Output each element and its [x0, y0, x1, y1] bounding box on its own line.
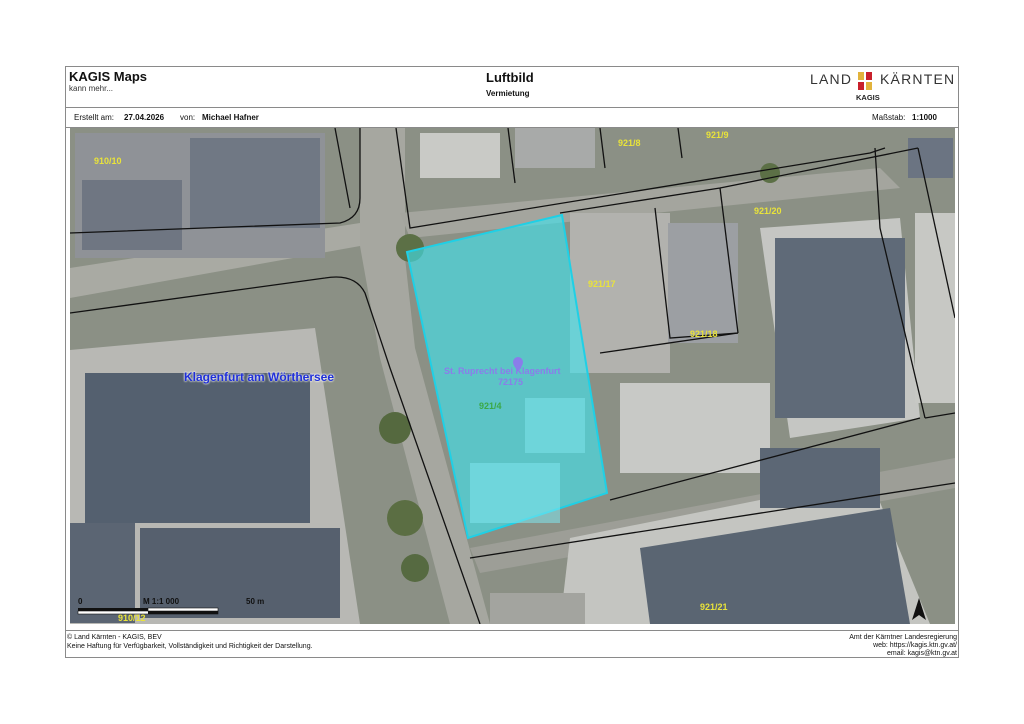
selected-parcel-label: 921/4: [479, 401, 502, 411]
footer-web[interactable]: web: https://kagis.ktn.gv.at/: [873, 642, 957, 649]
map-subtitle: Vermietung: [486, 89, 530, 98]
scalebar: [77, 607, 219, 615]
meta-bar: Erstellt am: 27.04.2026 von: Michael Haf…: [66, 107, 958, 128]
footer-email[interactable]: email: kagis@ktn.gv.at: [887, 650, 957, 657]
parcel-label-921-9: 921/9: [706, 130, 729, 140]
parcel-label-921-17: 921/17: [588, 279, 616, 289]
parcel-label-910-12: 910/12: [118, 613, 146, 623]
cadastral-community-label: St. Ruprecht bei Klagenfurt: [444, 366, 561, 376]
header: KAGIS Maps kann mehr... Luftbild Vermiet…: [66, 67, 958, 108]
print-frame: KAGIS Maps kann mehr... Luftbild Vermiet…: [65, 66, 959, 658]
author-value: Michael Hafner: [202, 113, 259, 122]
footer: © Land Kärnten - KAGIS, BEV Keine Haftun…: [66, 630, 958, 659]
parcel-label-910-10: 910/10: [94, 156, 122, 166]
app-title: KAGIS Maps: [69, 69, 148, 84]
footer-disclaimer: Keine Haftung für Verfügbarkeit, Vollstä…: [67, 643, 313, 650]
created-label: Erstellt am:: [74, 113, 115, 122]
place-label: Klagenfurt am Wörthersee: [184, 370, 335, 384]
created-value: 27.04.2026: [124, 113, 165, 122]
logo-word-right: KÄRNTEN: [880, 71, 956, 87]
cadastral-community-number: 72175: [498, 377, 524, 387]
parcel-label-921-8: 921/8: [618, 138, 641, 148]
scalebar-start: 0: [78, 597, 83, 606]
map-title: Luftbild: [486, 70, 534, 85]
scale-label: Maßstab:: [872, 113, 906, 122]
author-label: von:: [180, 113, 196, 122]
scalebar-label: M 1:1 000: [143, 597, 180, 606]
footer-office: Amt der Kärntner Landesregierung: [849, 634, 957, 641]
parcel-label-921-20: 921/20: [754, 206, 782, 216]
logo-mark-icon: [858, 72, 872, 90]
app-subtitle: kann mehr...: [69, 84, 114, 93]
footer-copyright: © Land Kärnten - KAGIS, BEV: [67, 634, 162, 641]
logo-word-left: LAND: [810, 71, 853, 87]
logo-sub: KAGIS: [856, 93, 880, 102]
parcel-label-921-18: 921/18: [690, 329, 718, 339]
scale-value: 1:1000: [912, 113, 937, 122]
aerial-map[interactable]: 910/10 921/8 921/9 921/20 921/17 921/18 …: [70, 128, 955, 624]
land-kaernten-logo: LAND KÄRNTEN KAGIS: [810, 69, 954, 105]
parcel-label-921-21: 921/21: [700, 602, 728, 612]
scalebar-end: 50 m: [246, 597, 265, 606]
